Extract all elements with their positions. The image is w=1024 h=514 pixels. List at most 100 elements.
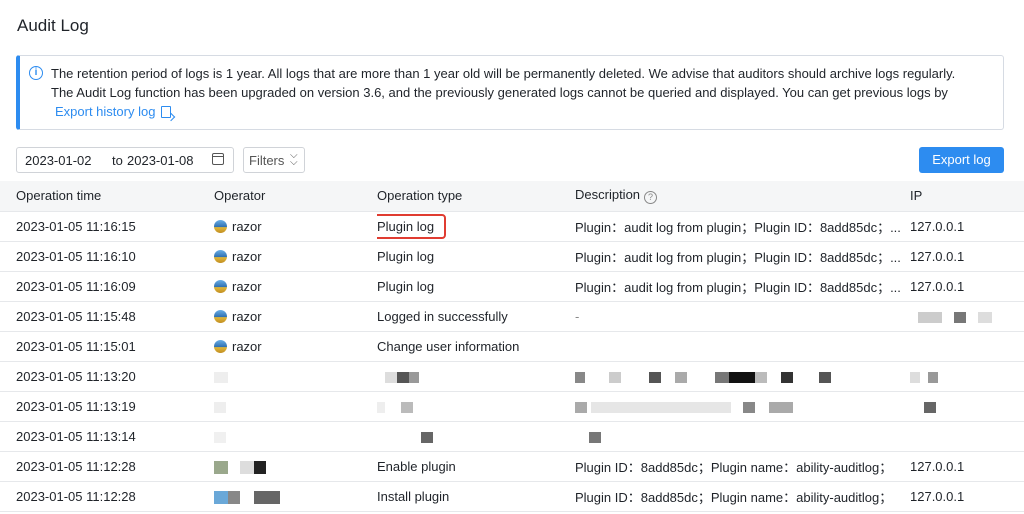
col-header-ip: IP bbox=[910, 181, 1024, 212]
operator-name: razor bbox=[232, 308, 262, 324]
cell-description: Plugin：audit log from plugin；Plugin ID：8… bbox=[575, 271, 910, 302]
redacted-block bbox=[385, 371, 397, 383]
cell-ip: 127.0.0.1 bbox=[910, 481, 1024, 512]
double-chevron-down-icon[interactable]: ⌵ ⌵ bbox=[290, 151, 298, 168]
cell-description: Plugin ID：8add85dc；Plugin name：ability-a… bbox=[575, 481, 910, 512]
export-file-icon[interactable] bbox=[161, 106, 172, 118]
cell-ip: 127.0.0.1 bbox=[910, 271, 1024, 302]
date-from[interactable]: 2023-01-02 bbox=[25, 153, 92, 168]
redacted-block bbox=[743, 401, 755, 413]
cell-description: Plugin ID：8add85dc；Plugin name：ability-a… bbox=[575, 451, 910, 482]
redacted-block bbox=[421, 431, 433, 443]
table-row[interactable]: 2023-01-05 11:13:20 bbox=[0, 361, 1024, 392]
cell-ip bbox=[910, 421, 1024, 452]
redacted-block bbox=[978, 311, 992, 323]
question-circle-icon[interactable]: ? bbox=[644, 191, 658, 205]
table-row[interactable]: 2023-01-05 11:12:28 Install plugin Plugi… bbox=[0, 481, 1024, 512]
cell-type: Enable plugin bbox=[377, 451, 575, 482]
user-avatar bbox=[214, 309, 227, 323]
table-row[interactable]: 2023-01-05 11:13:14 bbox=[0, 421, 1024, 452]
redacted-block bbox=[214, 431, 226, 443]
redacted-block bbox=[781, 371, 793, 383]
cell-type: Change user information bbox=[377, 331, 575, 362]
cell-type: Plugin log bbox=[377, 271, 575, 302]
cell-operator-redacted bbox=[214, 481, 377, 512]
cell-type: Install plugin bbox=[377, 481, 575, 512]
redacted-block bbox=[240, 460, 254, 474]
cell-time: 2023-01-05 11:13:20 bbox=[0, 361, 214, 392]
cell-time: 2023-01-05 11:15:48 bbox=[0, 301, 214, 332]
table-row[interactable]: 2023-01-05 11:12:28 Enable plugin Plugin… bbox=[0, 451, 1024, 482]
redacted-block bbox=[954, 311, 966, 323]
redacted-block bbox=[575, 401, 587, 413]
redacted-block bbox=[409, 371, 419, 383]
table-row[interactable]: 2023-01-05 11:16:09 razor Plugin log Plu… bbox=[0, 271, 1024, 302]
table-header-row: Operation time Operator Operation type D… bbox=[0, 181, 1024, 212]
table-row[interactable]: 2023-01-05 11:16:15 razor Plugin log Plu… bbox=[0, 211, 1024, 242]
cell-ip: 127.0.0.1 bbox=[910, 241, 1024, 272]
filters-button[interactable]: Filters ⌵ ⌵ bbox=[243, 147, 305, 173]
cell-operator-redacted bbox=[214, 391, 377, 422]
alert-line-1: The retention period of logs is 1 year. … bbox=[51, 66, 956, 81]
redacted-block bbox=[928, 371, 938, 383]
cell-description-redacted bbox=[575, 421, 910, 452]
cell-ip: 127.0.0.1 bbox=[910, 451, 1024, 482]
export-history-link-label[interactable]: Export history log bbox=[55, 104, 155, 119]
operator-name: razor bbox=[232, 218, 262, 234]
cell-ip-redacted bbox=[910, 301, 1024, 332]
redacted-block bbox=[918, 311, 942, 323]
cell-time: 2023-01-05 11:15:01 bbox=[0, 331, 214, 362]
col-header-description: Description? bbox=[575, 181, 910, 212]
cell-time: 2023-01-05 11:13:19 bbox=[0, 391, 214, 422]
col-header-description-label: Description bbox=[575, 187, 641, 203]
filters-label[interactable]: Filters bbox=[249, 153, 284, 168]
cell-operator: razor bbox=[214, 331, 377, 362]
cell-description-redacted bbox=[575, 361, 910, 392]
audit-log-table: Operation time Operator Operation type D… bbox=[0, 181, 1024, 512]
redacted-block bbox=[591, 401, 731, 413]
cell-ip: 127.0.0.1 bbox=[910, 211, 1024, 242]
export-history-link[interactable]: Export history log bbox=[55, 104, 172, 119]
redacted-block bbox=[214, 490, 228, 504]
redacted-block bbox=[214, 460, 228, 474]
cell-type: Plugin log bbox=[377, 241, 575, 272]
redacted-block bbox=[377, 401, 385, 413]
cell-operator-redacted bbox=[214, 451, 377, 482]
cell-time: 2023-01-05 11:12:28 bbox=[0, 451, 214, 482]
cell-ip bbox=[910, 331, 1024, 362]
redacted-block bbox=[675, 371, 687, 383]
cell-description: Plugin：audit log from plugin；Plugin ID：8… bbox=[575, 241, 910, 272]
cell-type-redacted bbox=[377, 421, 575, 452]
operator-name: razor bbox=[232, 278, 262, 294]
cell-description-redacted bbox=[575, 391, 910, 422]
redacted-block bbox=[924, 401, 936, 413]
cell-type-redacted bbox=[377, 391, 575, 422]
redacted-block bbox=[755, 371, 767, 383]
date-to[interactable]: 2023-01-08 bbox=[127, 153, 194, 168]
redacted-block bbox=[254, 490, 280, 504]
cell-time: 2023-01-05 11:13:14 bbox=[0, 421, 214, 452]
cell-time: 2023-01-05 11:12:28 bbox=[0, 481, 214, 512]
operator-name: razor bbox=[232, 338, 262, 354]
cell-type: Logged in successfully bbox=[377, 301, 575, 332]
redacted-block bbox=[649, 371, 661, 383]
redacted-block bbox=[254, 460, 266, 474]
redacted-block bbox=[214, 401, 226, 413]
col-header-type: Operation type bbox=[377, 181, 575, 212]
table-row[interactable]: 2023-01-05 11:15:01 razor Change user in… bbox=[0, 331, 1024, 362]
cell-ip-redacted bbox=[910, 391, 1024, 422]
calendar-icon[interactable] bbox=[212, 153, 224, 165]
export-log-button[interactable]: Export log bbox=[919, 147, 1004, 173]
date-separator: to bbox=[112, 153, 123, 168]
cell-operator: razor bbox=[214, 301, 377, 332]
operator-name: razor bbox=[232, 248, 262, 264]
redacted-block bbox=[910, 371, 920, 383]
redacted-block bbox=[609, 371, 621, 383]
redacted-block bbox=[729, 371, 755, 383]
table-row[interactable]: 2023-01-05 11:13:19 bbox=[0, 391, 1024, 422]
redacted-block bbox=[397, 371, 409, 383]
table-row[interactable]: 2023-01-05 11:16:10 razor Plugin log Plu… bbox=[0, 241, 1024, 272]
cell-time: 2023-01-05 11:16:10 bbox=[0, 241, 214, 272]
table-row[interactable]: 2023-01-05 11:15:48 razor Logged in succ… bbox=[0, 301, 1024, 332]
date-range-picker[interactable]: 2023-01-02 to 2023-01-08 bbox=[16, 147, 234, 173]
